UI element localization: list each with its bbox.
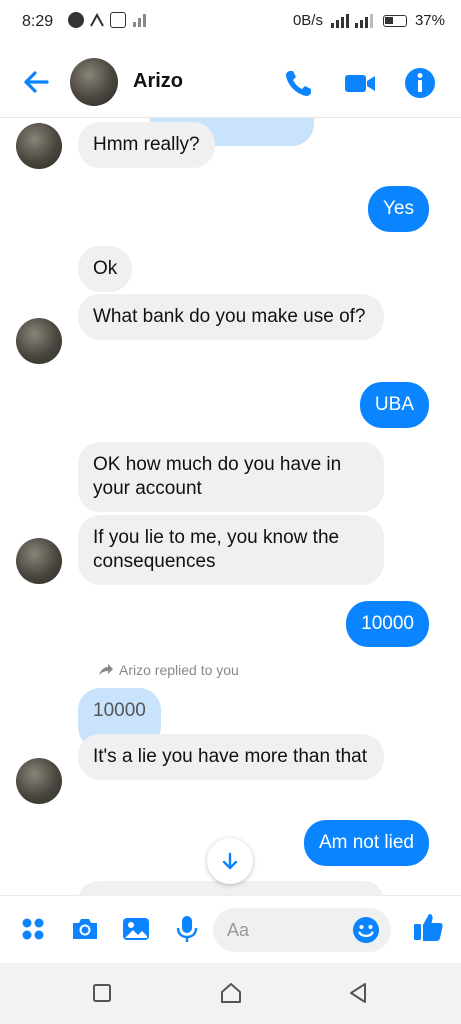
notification-icon [89, 12, 105, 28]
contact-name[interactable]: Arizo [133, 70, 183, 93]
four-dots-icon[interactable] [18, 914, 48, 944]
data-rate: 0B/s [292, 12, 323, 29]
message-bubble[interactable]: It's a lie you have more than that [78, 734, 384, 780]
image-icon[interactable] [121, 914, 151, 944]
smiley-icon[interactable] [351, 915, 381, 945]
reply-note: Arizo replied to you [98, 662, 239, 678]
battery-icon [382, 14, 407, 27]
message-input-box[interactable] [213, 908, 391, 952]
home-icon[interactable] [218, 980, 244, 1006]
notification-icons [68, 12, 147, 28]
avatar [16, 123, 62, 169]
microphone-icon[interactable] [172, 914, 202, 944]
chat-header: Arizo [0, 46, 461, 118]
signal-icon [330, 13, 373, 28]
message-bubble[interactable]: UBA [359, 382, 429, 428]
thumbs-up-icon[interactable] [411, 910, 445, 944]
avatar [16, 538, 62, 584]
message-bubble[interactable]: 10000 [346, 601, 429, 647]
message-input[interactable] [213, 908, 343, 952]
signal-notification-icon [131, 12, 147, 28]
battery-percent: 37% [414, 12, 445, 29]
status-right: 0B/s 37% [293, 12, 445, 29]
message-list[interactable]: Hmm really? Yes Ok What bank do you make… [0, 118, 461, 895]
message-bubble[interactable]: If you lie to me, you know the consequen… [78, 515, 384, 585]
avatar [16, 758, 62, 804]
reply-note-text: Arizo replied to you [119, 662, 239, 678]
composer [0, 895, 461, 963]
messenger-notification-icon [68, 12, 84, 28]
avatar[interactable] [70, 58, 118, 106]
message-bubble[interactable]: What bank do you make use of? [78, 294, 384, 340]
video-camera-icon[interactable] [343, 66, 377, 100]
avatar [16, 318, 62, 364]
status-bar: 8:29 0B/s 37% [0, 0, 461, 46]
message-bubble[interactable]: Yes [368, 186, 429, 232]
gallery-notification-icon [110, 12, 126, 28]
back-triangle-icon[interactable] [345, 980, 371, 1006]
system-nav-bar [0, 963, 461, 1024]
phone-icon[interactable] [282, 66, 316, 100]
info-icon[interactable] [403, 66, 437, 100]
message-bubble[interactable]: Ok [78, 246, 133, 292]
status-time: 8:29 [22, 13, 54, 30]
camera-icon[interactable] [70, 914, 100, 944]
recents-square-icon[interactable] [89, 980, 115, 1006]
message-bubble[interactable]: OK how much do you have in your account [78, 442, 384, 512]
arrow-left-icon[interactable] [20, 66, 52, 98]
reply-arrow-icon [99, 664, 113, 675]
message-bubble[interactable]: Am not lied [303, 820, 429, 866]
scroll-down-button[interactable] [207, 838, 253, 884]
arrow-down-icon [222, 852, 238, 870]
message-bubble[interactable]: Hmm really? [78, 122, 215, 168]
